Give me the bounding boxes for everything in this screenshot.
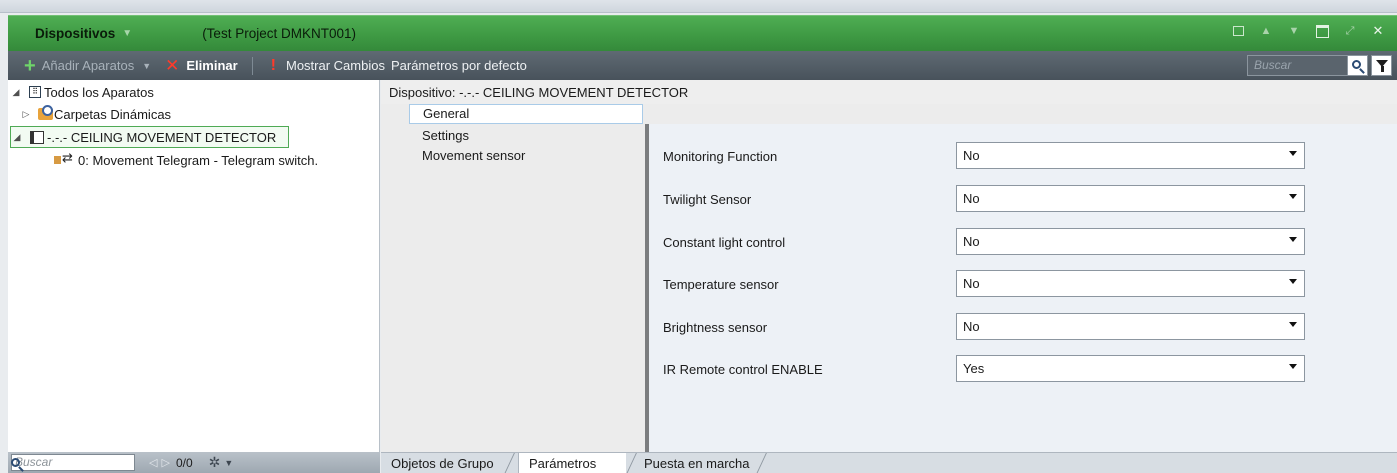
select-value: Yes <box>963 361 985 376</box>
maximize-icon[interactable]: ⤢ <box>1343 24 1357 38</box>
tree-status-bar: Buscar ◁ ▷ 0/0 ✲ ▼ <box>8 452 380 473</box>
close-icon[interactable]: ✕ <box>1371 23 1385 38</box>
delete-button[interactable]: Eliminar <box>186 58 237 73</box>
select-value: No <box>963 234 980 249</box>
parameters-form: Monitoring Function No Twilight Sensor N… <box>649 124 1397 452</box>
param-row-ir-remote-control: IR Remote control ENABLE Yes <box>649 355 1397 385</box>
toolbar: + Añadir Aparatos ▼ ✕ Eliminar ! Mostrar… <box>8 51 1397 80</box>
dock-icon[interactable] <box>1315 24 1329 38</box>
window-top-strip <box>0 0 1397 13</box>
monitoring-function-select[interactable]: No <box>956 142 1305 169</box>
search-result-count: 0/0 <box>175 455 193 470</box>
chevron-down-icon <box>1289 194 1297 199</box>
search-button[interactable] <box>1347 55 1368 76</box>
tree-item-ceiling-movement-detector[interactable]: ◢ -.-.- CEILING MOVEMENT DETECTOR <box>10 126 290 148</box>
select-value: No <box>963 191 980 206</box>
chevron-down-icon <box>1289 237 1297 242</box>
tree-item-label: Carpetas Dinámicas <box>54 106 172 122</box>
param-label: Brightness sensor <box>663 320 768 335</box>
add-dropdown-caret-icon[interactable]: ▼ <box>142 61 151 71</box>
temperature-sensor-select[interactable]: No <box>956 270 1305 297</box>
tree-item-label: -.-.- CEILING MOVEMENT DETECTOR <box>47 129 277 145</box>
param-label: Monitoring Function <box>663 149 778 164</box>
tree-item-dynamic-folders[interactable]: ▷ Carpetas Dinámicas <box>8 104 171 124</box>
param-label: Constant light control <box>663 235 786 250</box>
move-up-icon[interactable]: ▲ <box>1259 24 1273 38</box>
bottom-tab-bar: Objetos de Grupo Parámetros Puesta en ma… <box>381 452 1397 473</box>
chevron-down-icon <box>1289 151 1297 156</box>
parameter-page-list: General Settings Movement sensor <box>381 104 645 452</box>
chevron-down-icon <box>1289 322 1297 327</box>
show-changes-icon[interactable]: ! <box>271 57 276 75</box>
expand-triangle-icon[interactable]: ▷ <box>21 109 31 120</box>
param-row-brightness-sensor: Brightness sensor No <box>649 313 1397 343</box>
move-down-icon[interactable]: ▼ <box>1287 24 1301 38</box>
collapse-triangle-icon[interactable]: ◢ <box>12 132 22 143</box>
project-name: (Test Project DMKNT001) <box>202 26 356 41</box>
panel-window-controls: ▲ ▼ ⤢ ✕ <box>1231 23 1385 38</box>
select-value: No <box>963 276 980 291</box>
brightness-sensor-select[interactable]: No <box>956 313 1305 340</box>
add-icon[interactable]: + <box>24 56 36 76</box>
filter-button[interactable] <box>1371 55 1392 76</box>
tab-parameters[interactable]: Parámetros <box>518 453 626 473</box>
gear-dropdown-caret-icon[interactable]: ▼ <box>224 458 233 468</box>
ir-remote-control-select[interactable]: Yes <box>956 355 1305 382</box>
tree-item-all-devices[interactable]: ◢ ⠿ Todos los Aparatos <box>8 82 154 102</box>
panel-menu-caret-icon[interactable]: ▼ <box>122 28 132 39</box>
previous-result-icon[interactable]: ◁ <box>149 456 157 469</box>
toolbar-search-input[interactable]: Buscar <box>1247 55 1351 76</box>
nav-item-general[interactable]: General <box>409 104 643 124</box>
chevron-down-icon <box>1289 364 1297 369</box>
tree-search-input[interactable]: Buscar <box>11 454 135 471</box>
group-object-icon <box>54 150 76 167</box>
panel-titlebar: Dispositivos ▼ (Test Project DMKNT001) ▲… <box>8 15 1397 51</box>
panel-title[interactable]: Dispositivos <box>35 26 115 41</box>
device-list-icon: ⠿ <box>29 86 41 98</box>
search-icon[interactable] <box>11 458 20 467</box>
param-label: Twilight Sensor <box>663 192 752 207</box>
tab-group-objects[interactable]: Objetos de Grupo <box>381 453 506 473</box>
collapse-triangle-icon[interactable]: ◢ <box>11 87 21 98</box>
device-header: Dispositivo: -.-.- CEILING MOVEMENT DETE… <box>381 80 1397 104</box>
param-row-temperature-sensor: Temperature sensor No <box>649 270 1397 300</box>
restore-icon[interactable] <box>1231 24 1245 38</box>
add-devices-button[interactable]: Añadir Aparatos <box>42 58 135 73</box>
filter-icon <box>1375 60 1388 72</box>
param-row-constant-light-control: Constant light control No <box>649 228 1397 258</box>
chevron-down-icon <box>1289 279 1297 284</box>
param-label: Temperature sensor <box>663 277 779 292</box>
select-value: No <box>963 148 980 163</box>
delete-icon[interactable]: ✕ <box>165 56 179 76</box>
toolbar-divider <box>251 56 253 75</box>
next-result-icon[interactable]: ▷ <box>161 456 169 469</box>
param-row-twilight-sensor: Twilight Sensor No <box>649 185 1397 215</box>
search-icon <box>1352 60 1361 69</box>
tab-commissioning[interactable]: Puesta en marcha <box>634 453 764 473</box>
tree-item-label: 0: Movement Telegram - Telegram switch. <box>78 152 319 168</box>
twilight-sensor-select[interactable]: No <box>956 185 1305 212</box>
select-value: No <box>963 319 980 334</box>
dynamic-folder-icon <box>38 105 53 120</box>
device-icon <box>30 130 44 144</box>
devices-window: Dispositivos ▼ (Test Project DMKNT001) ▲… <box>0 0 1397 473</box>
device-tree: ◢ ⠿ Todos los Aparatos ▷ Carpetas Dinámi… <box>8 80 380 452</box>
constant-light-control-select[interactable]: No <box>956 228 1305 255</box>
gear-icon[interactable]: ✲ <box>209 454 221 471</box>
nav-item-movement-sensor[interactable]: Movement sensor <box>409 146 643 166</box>
show-changes-button[interactable]: Mostrar Cambios <box>286 58 385 73</box>
nav-item-settings[interactable]: Settings <box>409 126 643 146</box>
tree-item-label: Todos los Aparatos <box>44 84 154 100</box>
default-parameters-button[interactable]: Parámetros por defecto <box>391 58 527 73</box>
param-label: IR Remote control ENABLE <box>663 362 823 377</box>
tree-item-group-object[interactable]: 0: Movement Telegram - Telegram switch. <box>8 150 318 170</box>
param-row-monitoring-function: Monitoring Function No <box>649 142 1397 172</box>
